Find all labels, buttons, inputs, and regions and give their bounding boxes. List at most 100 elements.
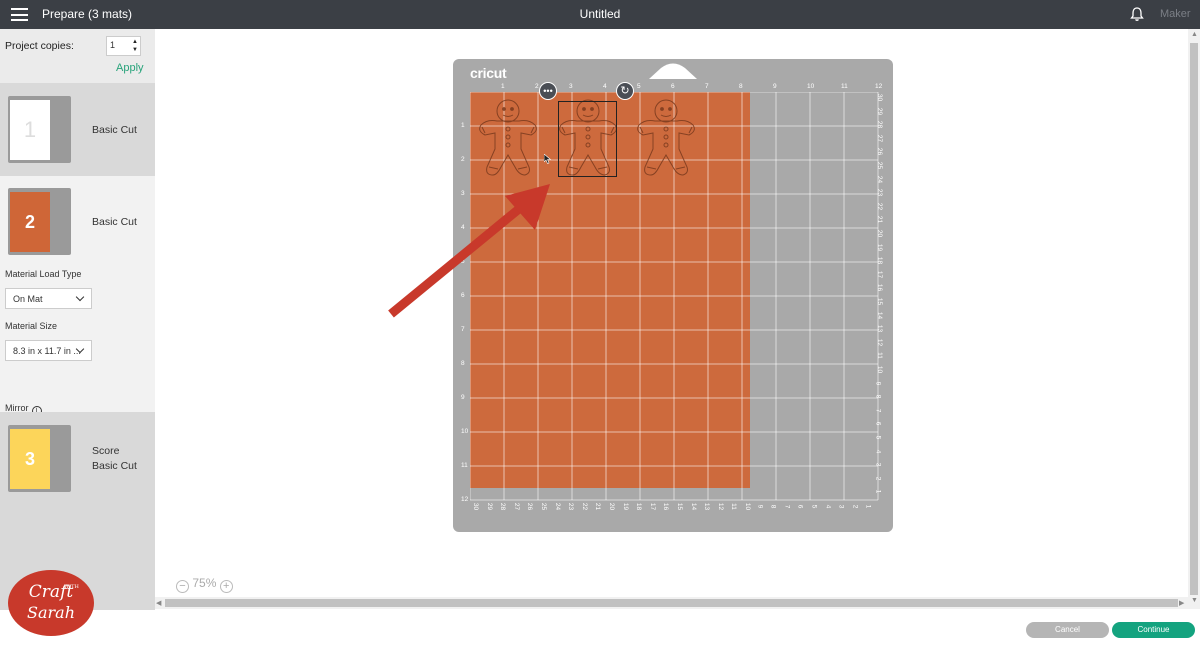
ruler-tick-label: 9 — [461, 394, 465, 401]
ruler-tick-label: 2 — [461, 156, 465, 163]
ruler-tick-label: 9 — [755, 504, 763, 509]
mat-number: 3 — [24, 448, 35, 469]
ruler-tick-label: 30 — [876, 93, 884, 102]
copies-section: Project copies: 1 ▲ ▼ Apply — [0, 29, 155, 83]
ruler-tick-label: 11 — [841, 83, 848, 90]
ruler-tick-label: 22 — [876, 202, 884, 210]
apply-button[interactable]: Apply — [116, 62, 144, 74]
ruler-tick-label: 30 — [472, 502, 480, 511]
ruler-tick-label: 9 — [773, 83, 777, 90]
ruler-tick-label: 29 — [876, 107, 884, 115]
scroll-down-icon[interactable]: ▼ — [1191, 597, 1198, 604]
ruler-tick-label: 13 — [703, 502, 711, 511]
machine-selector[interactable]: Maker — [1160, 8, 1191, 20]
mat-item-1[interactable]: 1 Basic Cut — [0, 83, 155, 176]
zoom-in-button[interactable]: + — [219, 580, 233, 593]
hamburger-menu-icon[interactable] — [11, 8, 28, 21]
continue-button[interactable]: Continue — [1112, 622, 1195, 638]
gingerbread-man-shape-1[interactable] — [473, 97, 543, 181]
vertical-scrollbar[interactable]: ▲ ▼ — [1188, 29, 1200, 609]
zoom-level: 75% — [192, 576, 217, 590]
mouse-cursor-icon — [544, 154, 552, 164]
ruler-tick-label: 16 — [662, 502, 670, 511]
chevron-down-icon — [75, 292, 85, 302]
ruler-tick-label: 8 — [874, 394, 882, 399]
stepper-arrows-icon[interactable]: ▲ ▼ — [132, 38, 138, 54]
ruler-tick-label: 13 — [876, 325, 884, 333]
mat-thumbnail: 1 — [8, 96, 71, 163]
ruler-tick-label: 21 — [876, 216, 884, 224]
ruler-tick-label: 5 — [810, 504, 818, 509]
ruler-tick-label: 4 — [603, 83, 607, 90]
ruler-tick-label: 19 — [621, 502, 629, 511]
mat-number: 1 — [23, 117, 37, 142]
material-load-type-select[interactable]: On Mat — [5, 288, 92, 309]
ruler-tick-label: 4 — [823, 504, 831, 509]
material-size-value: 8.3 in x 11.7 in ... — [13, 346, 81, 356]
material-size-select[interactable]: 8.3 in x 11.7 in ... — [5, 340, 92, 361]
ruler-tick-label: 27 — [876, 134, 884, 142]
scroll-up-icon[interactable]: ▲ — [1191, 31, 1198, 38]
mat-thumbnail: 2 — [8, 188, 71, 255]
ruler-tick-label: 7 — [461, 326, 465, 333]
ruler-tick-label: 12 — [875, 83, 883, 90]
mat-item-2[interactable]: 2 Basic Cut Material Load Type On Mat Ma… — [0, 176, 155, 429]
document-title: Untitled — [579, 7, 621, 21]
material-load-type-value: On Mat — [13, 294, 43, 304]
cancel-button[interactable]: Cancel — [1026, 622, 1109, 638]
top-bar: Prepare (3 mats) Untitled Maker — [0, 0, 1200, 29]
rotate-button[interactable]: ↻ — [616, 82, 634, 100]
annotation-arrow-icon — [388, 184, 550, 318]
ruler-tick-label: 25 — [540, 502, 548, 511]
gingerbread-man-shape-3[interactable] — [631, 97, 701, 181]
mat-brand-logo: cricut — [470, 65, 507, 81]
material-load-type-label: Material Load Type — [5, 269, 82, 279]
ruler-tick-label: 2 — [851, 504, 859, 509]
ruler-tick-label: 10 — [807, 83, 815, 90]
sidebar: Project copies: 1 ▲ ▼ Apply 1 Basic Cut 2… — [0, 29, 155, 645]
ruler-tick-label: 1 — [501, 83, 505, 90]
ruler-tick-label: 12 — [461, 496, 469, 503]
bell-icon[interactable] — [1129, 6, 1145, 22]
ruler-tick-label: 18 — [876, 257, 884, 265]
mat-thumbnail: 3 — [8, 425, 71, 492]
more-options-button[interactable]: ••• — [539, 82, 557, 100]
vertical-scroll-thumb[interactable] — [1190, 43, 1198, 595]
ruler-tick-label: 6 — [796, 504, 804, 509]
ruler-tick-label: 23 — [876, 189, 884, 197]
ruler-tick-label: 2 — [535, 83, 539, 90]
ruler-tick-label: 24 — [553, 502, 561, 511]
ruler-tick-label: 4 — [874, 449, 882, 453]
ruler-tick-label: 27 — [512, 502, 520, 511]
mat-hanger-icon — [649, 63, 697, 79]
scroll-right-icon[interactable]: ▶ — [1179, 599, 1184, 607]
ruler-tick-label: 12 — [716, 502, 724, 511]
selection-box[interactable] — [558, 101, 617, 177]
ruler-tick-label: 11 — [461, 462, 468, 469]
mat-cut-type: Basic Cut — [92, 124, 137, 136]
ruler-tick-label: 1 — [874, 490, 882, 494]
page-title: Prepare (3 mats) — [42, 7, 133, 21]
ruler-tick-label: 7 — [783, 504, 791, 509]
ruler-tick-label: 14 — [689, 502, 697, 511]
ruler-tick-label: 3 — [569, 83, 573, 90]
ruler-tick-label: 12 — [876, 338, 884, 346]
ruler-tick-label: 9 — [874, 381, 882, 385]
horizontal-scrollbar[interactable]: ◀ ▶ — [155, 597, 1188, 609]
ruler-tick-label: 10 — [876, 365, 884, 374]
ruler-tick-label: 10 — [744, 502, 752, 511]
ruler-tick-label: 8 — [739, 83, 743, 90]
horizontal-scroll-thumb[interactable] — [165, 599, 1178, 607]
ruler-tick-label: 29 — [485, 502, 493, 511]
ruler-tick-label: 22 — [580, 502, 588, 511]
ruler-tick-label: 25 — [876, 161, 884, 170]
ruler-tick-label: 5 — [637, 83, 641, 90]
ruler-tick-label: 18 — [635, 502, 643, 511]
ruler-tick-label: 11 — [730, 503, 738, 510]
copies-stepper[interactable]: 1 ▲ ▼ — [106, 36, 141, 56]
ruler-tick-label: 24 — [876, 175, 884, 183]
scroll-left-icon[interactable]: ◀ — [156, 599, 161, 607]
zoom-out-button[interactable]: − — [176, 580, 189, 593]
ruler-tick-label: 20 — [608, 502, 616, 511]
ruler-tick-label: 28 — [876, 121, 884, 129]
